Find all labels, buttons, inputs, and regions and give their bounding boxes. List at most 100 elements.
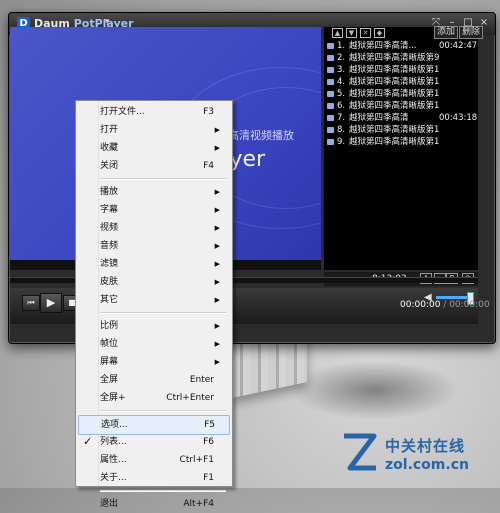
menu-item[interactable]: 退出 Alt+F4 <box>78 495 228 513</box>
time-separator: / <box>440 300 450 310</box>
menu-item[interactable]: 比例 ▶ <box>78 317 228 335</box>
menu-item-label: 屏幕 <box>100 357 119 367</box>
submenu-arrow-icon: ▶ <box>214 126 220 134</box>
check-icon: ✓ <box>83 435 93 448</box>
menu-item-label: 关闭 <box>100 161 119 171</box>
play-button[interactable]: ▶ <box>40 293 62 313</box>
menu-item-label: 其它 <box>100 295 119 305</box>
file-icon <box>327 67 334 73</box>
menu-item[interactable]: 其它 ▶ <box>78 291 228 309</box>
menu-item[interactable]: 皮肤 ▶ <box>78 273 228 291</box>
menu-item[interactable]: 屏幕 ▶ <box>78 353 228 371</box>
zol-logo-icon <box>344 433 377 471</box>
menu-item[interactable]: 帧位 ▶ <box>78 335 228 353</box>
menu-item-shortcut: F5 <box>204 420 215 430</box>
volume-slider[interactable] <box>436 292 476 305</box>
menu-item[interactable]: 关于... F1 <box>78 469 228 487</box>
menu-item[interactable]: 全屏 Enter <box>78 371 228 389</box>
menu-item-shortcut: Ctrl+F1 <box>179 455 214 465</box>
list-item[interactable]: 7. 越狱第四季高清 00:43:18 <box>326 112 478 124</box>
submenu-arrow-icon: ▶ <box>214 322 220 330</box>
menu-item[interactable]: 全屏+ Ctrl+Enter <box>78 389 228 407</box>
menu-item-label: 全屏 <box>100 375 119 385</box>
menu-item[interactable]: 选项... F5 <box>78 415 230 435</box>
submenu-arrow-icon: ▶ <box>214 358 220 366</box>
watermark-cn: 中关村在线 <box>385 437 466 455</box>
list-item[interactable]: 3.越狱第四季高清晰版第10... <box>326 64 478 76</box>
menu-item-label: 选项... <box>101 420 128 430</box>
playlist-list: 1.越狱第四季高清...00:42:47 2.越狱第四季高清晰版第9集... 3… <box>326 40 478 148</box>
menu-item-shortcut: F4 <box>203 161 214 171</box>
move-up-icon[interactable]: ▲ <box>332 28 343 38</box>
menu-item-label: 关于... <box>100 473 127 483</box>
menu-separator <box>100 490 226 492</box>
menu-item[interactable]: 关闭 F4 <box>78 157 228 175</box>
file-icon <box>327 43 334 49</box>
file-icon <box>327 79 334 85</box>
menu-item-label: 帧位 <box>100 339 119 349</box>
menu-item-label: 字幕 <box>100 205 119 215</box>
chevron-down-icon[interactable]: ▾ <box>105 17 110 27</box>
menu-item-label: 全屏+ <box>100 393 126 403</box>
submenu-arrow-icon: ▶ <box>214 188 220 196</box>
file-icon <box>327 139 334 145</box>
sort-icon[interactable]: ◆ <box>374 28 385 38</box>
menu-item-label: 打开 <box>100 125 119 135</box>
menu-item[interactable]: 字幕 ▶ <box>78 201 228 219</box>
remove-icon[interactable]: ✕ <box>360 28 371 38</box>
file-icon <box>327 55 334 61</box>
current-time: 00:00:00 <box>400 300 441 310</box>
list-item[interactable]: 6.越狱第四季高清晰版第13... <box>326 100 478 112</box>
menu-item-label: 皮肤 <box>100 277 119 287</box>
list-item[interactable]: 8.越狱第四季高清晰版第15... <box>326 124 478 136</box>
menu-separator <box>100 410 226 412</box>
menu-item-label: 视频 <box>100 223 119 233</box>
menu-separator <box>100 312 226 314</box>
total-time: 00:00:00 <box>449 300 490 310</box>
playlist-toolbar: ▲ ▼ ✕ ◆ <box>332 28 385 38</box>
menu-item-label: 音频 <box>100 241 119 251</box>
submenu-arrow-icon: ▶ <box>214 296 220 304</box>
menu-item[interactable]: 收藏 ▶ <box>78 139 228 157</box>
context-menu: 打开文件... F3 打开 ▶ 收藏 ▶ 关闭 F4 播放 ▶ 字幕 ▶ 视频 ▶ 音频 ▶ 滤镜 ▶ 皮肤 ▶ 其它 ▶… <box>75 100 233 509</box>
file-icon <box>327 127 334 133</box>
watermark-en: zol.com.cn <box>385 457 469 473</box>
playlist-delete-tab[interactable]: 删除 <box>459 26 484 39</box>
menu-item-label: 打开文件... <box>100 107 145 117</box>
playlist-add-tab[interactable]: 添加 <box>434 26 459 39</box>
submenu-arrow-icon: ▶ <box>214 144 220 152</box>
menu-item[interactable]: 属性... Ctrl+F1 <box>78 451 228 469</box>
move-down-icon[interactable]: ▼ <box>346 28 357 38</box>
submenu-arrow-icon: ▶ <box>214 260 220 268</box>
menu-item[interactable]: 打开文件... F3 <box>78 103 228 121</box>
menu-item-shortcut: F1 <box>203 473 214 483</box>
menu-item-shortcut: F3 <box>203 107 214 117</box>
menu-item-shortcut: Alt+F4 <box>183 499 214 509</box>
list-item[interactable]: 5.越狱第四季高清晰版第12... <box>326 88 478 100</box>
list-item[interactable]: 9.越狱第四季高清晰版第16... <box>326 136 478 148</box>
previous-icon[interactable]: ⏮ <box>22 295 40 311</box>
menu-item[interactable]: 滤镜 ▶ <box>78 255 228 273</box>
menu-item[interactable]: ✓ 列表... F6 <box>78 433 228 451</box>
file-icon <box>327 91 334 97</box>
menu-item[interactable]: 播放 ▶ <box>78 183 228 201</box>
menu-item-label: 收藏 <box>100 143 119 153</box>
menu-item-label: 列表... <box>100 437 127 447</box>
menu-item-shortcut: Ctrl+Enter <box>166 393 214 403</box>
menu-item-shortcut: F6 <box>203 437 214 447</box>
menu-item-shortcut: Enter <box>189 375 214 385</box>
menu-item[interactable]: 视频 ▶ <box>78 219 228 237</box>
list-item[interactable]: 4.越狱第四季高清晰版第11... <box>326 76 478 88</box>
list-item[interactable]: 2.越狱第四季高清晰版第9集... <box>326 52 478 64</box>
submenu-arrow-icon: ▶ <box>214 206 220 214</box>
menu-item-label: 属性... <box>100 455 127 465</box>
menu-item-label: 滤镜 <box>100 259 119 269</box>
menu-item[interactable]: 音频 ▶ <box>78 237 228 255</box>
submenu-arrow-icon: ▶ <box>214 242 220 250</box>
file-icon <box>327 115 334 121</box>
submenu-arrow-icon: ▶ <box>214 278 220 286</box>
video-overlay-small: 高清视频播放 <box>228 129 294 142</box>
menu-item[interactable]: 打开 ▶ <box>78 121 228 139</box>
list-item[interactable]: 1. 越狱第四季高清... 00:42:47 <box>326 40 478 52</box>
submenu-arrow-icon: ▶ <box>214 340 220 348</box>
